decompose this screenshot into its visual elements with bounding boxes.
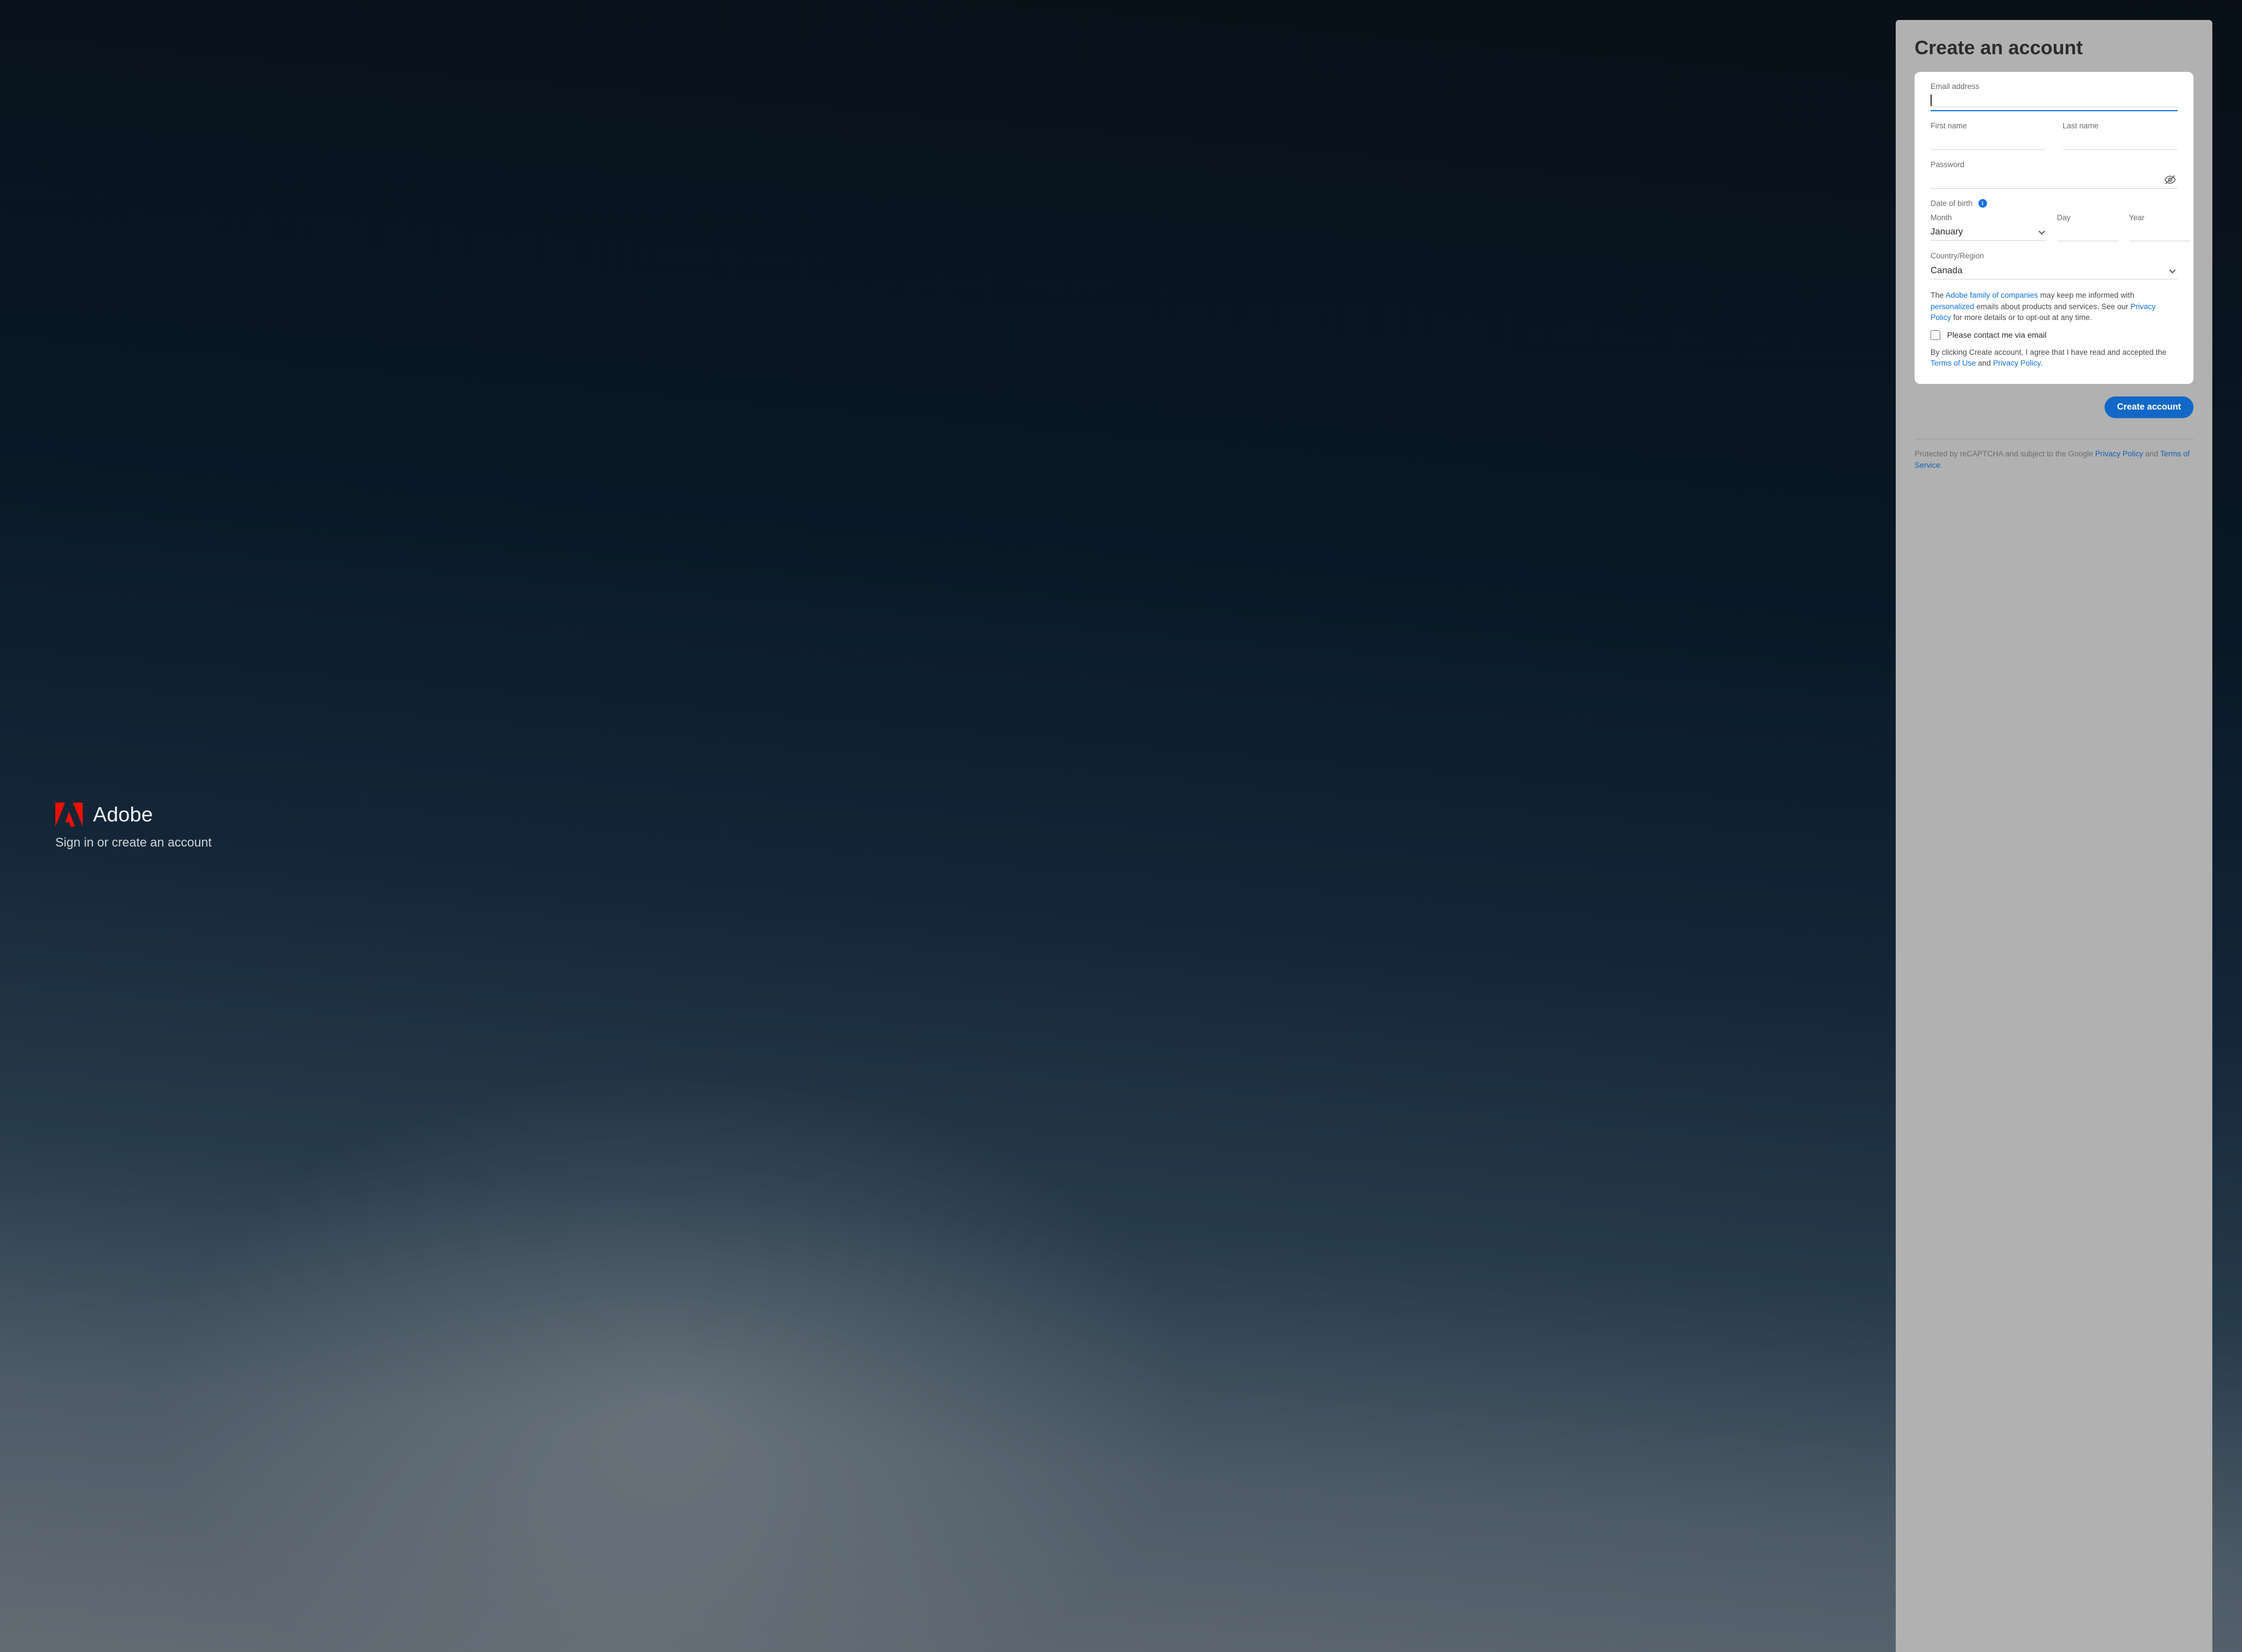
info-icon[interactable]: i — [1978, 199, 1987, 208]
password-label: Password — [1931, 160, 2178, 169]
personalized-link[interactable]: personalized — [1931, 302, 1974, 311]
password-field[interactable] — [1931, 171, 2178, 189]
signup-panel: Create an account Email address First na… — [1896, 20, 2212, 1652]
last-name-field[interactable] — [2063, 132, 2178, 150]
agreement-text: By clicking Create account, I agree that… — [1931, 347, 2178, 369]
last-name-label: Last name — [2063, 122, 2178, 130]
google-privacy-link[interactable]: Privacy Policy — [2095, 450, 2143, 458]
recaptcha-footnote: Protected by reCAPTCHA and subject to th… — [1915, 448, 2194, 472]
eye-off-icon — [2164, 175, 2176, 185]
day-label: Day — [2057, 213, 2119, 222]
marketing-disclosure: The Adobe family of companies may keep m… — [1931, 290, 2178, 323]
month-select[interactable]: January — [1931, 224, 2047, 241]
privacy-policy-link-2[interactable]: Privacy Policy — [1993, 359, 2041, 367]
contact-email-checkbox[interactable] — [1931, 330, 1940, 340]
text-cursor — [1931, 95, 1932, 106]
country-select[interactable]: Canada — [1931, 262, 2178, 280]
first-name-label: First name — [1931, 122, 2046, 130]
contact-email-label[interactable]: Please contact me via email — [1947, 330, 2046, 339]
first-name-field[interactable] — [1931, 132, 2046, 150]
year-label: Year — [2129, 213, 2191, 222]
panel-title: Create an account — [1915, 37, 2194, 59]
adobe-logo-icon — [55, 802, 83, 827]
email-label: Email address — [1931, 82, 2178, 91]
create-account-button[interactable]: Create account — [2105, 396, 2194, 418]
month-label: Month — [1931, 213, 2047, 222]
day-field[interactable] — [2057, 224, 2119, 241]
email-field[interactable] — [1931, 93, 2178, 111]
dob-label: Date of birth — [1931, 199, 1973, 208]
adobe-companies-link[interactable]: Adobe family of companies — [1945, 291, 2038, 299]
brand-name: Adobe — [93, 803, 153, 827]
year-field[interactable] — [2129, 224, 2191, 241]
signup-card: Email address First name Last name Passw… — [1915, 72, 2194, 384]
toggle-password-visibility-button[interactable] — [2163, 173, 2178, 188]
country-label: Country/Region — [1931, 252, 2178, 260]
terms-of-use-link[interactable]: Terms of Use — [1931, 359, 1976, 367]
